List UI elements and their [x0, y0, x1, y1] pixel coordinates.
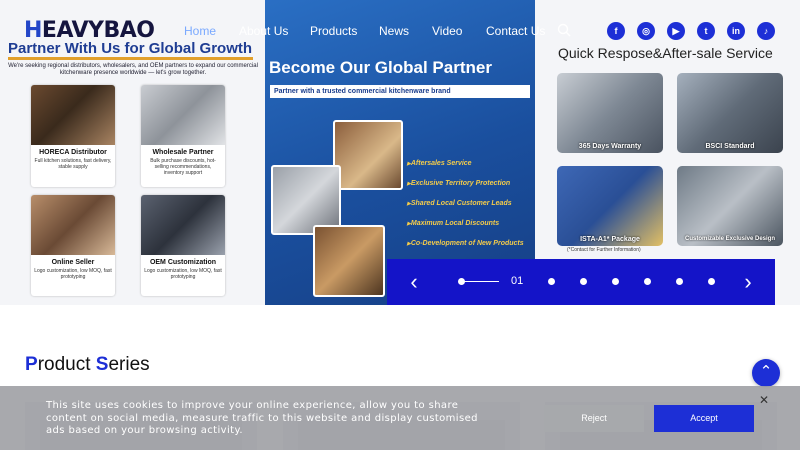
benefit-item: Exclusive Territory Protection	[407, 180, 535, 187]
nav-products[interactable]: Products	[310, 24, 357, 38]
partner-card-online-seller: Online Seller Logo customization, low MO…	[31, 195, 115, 296]
facebook-icon[interactable]: f	[607, 22, 625, 40]
benefit-item: Shared Local Customer Leads	[407, 200, 535, 207]
card-desc: Logo customization, low MOQ, fast protot…	[34, 268, 112, 280]
chevron-right-icon[interactable]: ›	[737, 269, 759, 295]
nav-contact-us[interactable]: Contact Us	[486, 24, 545, 38]
service-card-bsci: BSCI Standard	[677, 73, 783, 153]
page: Partner With Us for Global Growth We're …	[0, 0, 800, 450]
back-to-top-button[interactable]: ⌃	[752, 359, 780, 387]
heading-text: eries	[108, 354, 150, 375]
partner-card-wholesale: Wholesale Partner Bulk purchase discount…	[141, 85, 225, 187]
partner-subtitle: We're seeking regional distributors, who…	[8, 63, 258, 76]
nav-news[interactable]: News	[379, 24, 409, 38]
logo-letter: H	[24, 18, 42, 43]
slide-dot[interactable]	[708, 278, 715, 285]
partner-card-oem: OEM Customization Logo customization, lo…	[141, 195, 225, 296]
slide-dot[interactable]	[676, 278, 683, 285]
site-header: HEAVYBAO Home About Us Products News Vid…	[0, 0, 800, 64]
youtube-icon[interactable]: ▶	[667, 22, 685, 40]
service-card-ista: ISTA-A1* Package	[557, 166, 663, 246]
card-title: Online Seller	[51, 259, 95, 266]
global-partner-subtitle: Partner with a trusted commercial kitche…	[270, 85, 530, 98]
card-desc: Bulk purchase discounts, hot-selling rec…	[150, 158, 216, 176]
horeca-photo	[31, 85, 115, 145]
product-series-heading: Product Series	[25, 354, 150, 376]
card-desc: Logo customization, low MOQ, fast protot…	[144, 268, 222, 280]
service-note: (*Contact for Further Information)	[567, 247, 641, 253]
card-title: OEM Customization	[149, 259, 217, 266]
slider-controls: ‹ 01 ›	[387, 259, 775, 305]
cookie-banner: This site uses cookies to improve your o…	[0, 386, 800, 450]
logo-text: EAVYBAO	[41, 18, 155, 43]
wholesale-photo	[141, 85, 225, 145]
slide-progress-track	[459, 281, 499, 282]
accept-cookies-button[interactable]: Accept	[654, 405, 754, 432]
service-card-label: 365 Days Warranty	[578, 143, 642, 150]
nav-video[interactable]: Video	[432, 24, 462, 38]
chevron-left-icon[interactable]: ‹	[403, 269, 425, 295]
service-card-label: BSCI Standard	[705, 143, 755, 150]
slide-dot[interactable]	[580, 278, 587, 285]
instagram-icon[interactable]: ◎	[637, 22, 655, 40]
service-card-label: Customizable Exclusive Design	[684, 236, 776, 242]
benefits-list: Aftersales Service Exclusive Territory P…	[407, 160, 535, 260]
service-card-warranty: 365 Days Warranty	[557, 73, 663, 153]
online-seller-photo	[31, 195, 115, 255]
service-card-custom-design: Customizable Exclusive Design	[677, 166, 783, 246]
benefit-item: Aftersales Service	[407, 160, 535, 167]
search-icon[interactable]	[557, 23, 571, 37]
service-card-label: ISTA-A1* Package	[580, 236, 640, 243]
heading-initial: S	[95, 354, 109, 375]
card-desc: Full kitchen solutions, fast delivery, s…	[34, 158, 112, 170]
linkedin-icon[interactable]: in	[727, 22, 745, 40]
benefit-item: Co-Development of New Products	[407, 240, 535, 247]
partner-card-horeca: HORECA Distributor Full kitchen solution…	[31, 85, 115, 187]
tiktok-icon[interactable]: ♪	[757, 22, 775, 40]
close-icon[interactable]: ✕	[758, 394, 770, 406]
slide-progress-knob	[458, 278, 465, 285]
card-title: Wholesale Partner	[152, 149, 214, 156]
slide-dot[interactable]	[548, 278, 555, 285]
twitter-icon[interactable]: t	[697, 22, 715, 40]
restaurant-photo	[333, 120, 403, 190]
cookie-message: This site uses cookies to improve your o…	[46, 400, 478, 436]
card-title: HORECA Distributor	[39, 149, 107, 156]
heading-initial: P	[25, 354, 38, 375]
oem-photo	[141, 195, 225, 255]
slide-number: 01	[511, 275, 524, 287]
reject-cookies-button[interactable]: Reject	[544, 405, 644, 432]
cafe-photo	[313, 225, 385, 297]
slide-dot[interactable]	[612, 278, 619, 285]
slide-dot[interactable]	[644, 278, 651, 285]
benefit-item: Maximum Local Discounts	[407, 220, 535, 227]
logo[interactable]: HEAVYBAO	[24, 18, 155, 43]
nav-about-us[interactable]: About Us	[239, 24, 288, 38]
heading-text: roduct	[37, 354, 96, 375]
nav-home[interactable]: Home	[184, 24, 216, 38]
